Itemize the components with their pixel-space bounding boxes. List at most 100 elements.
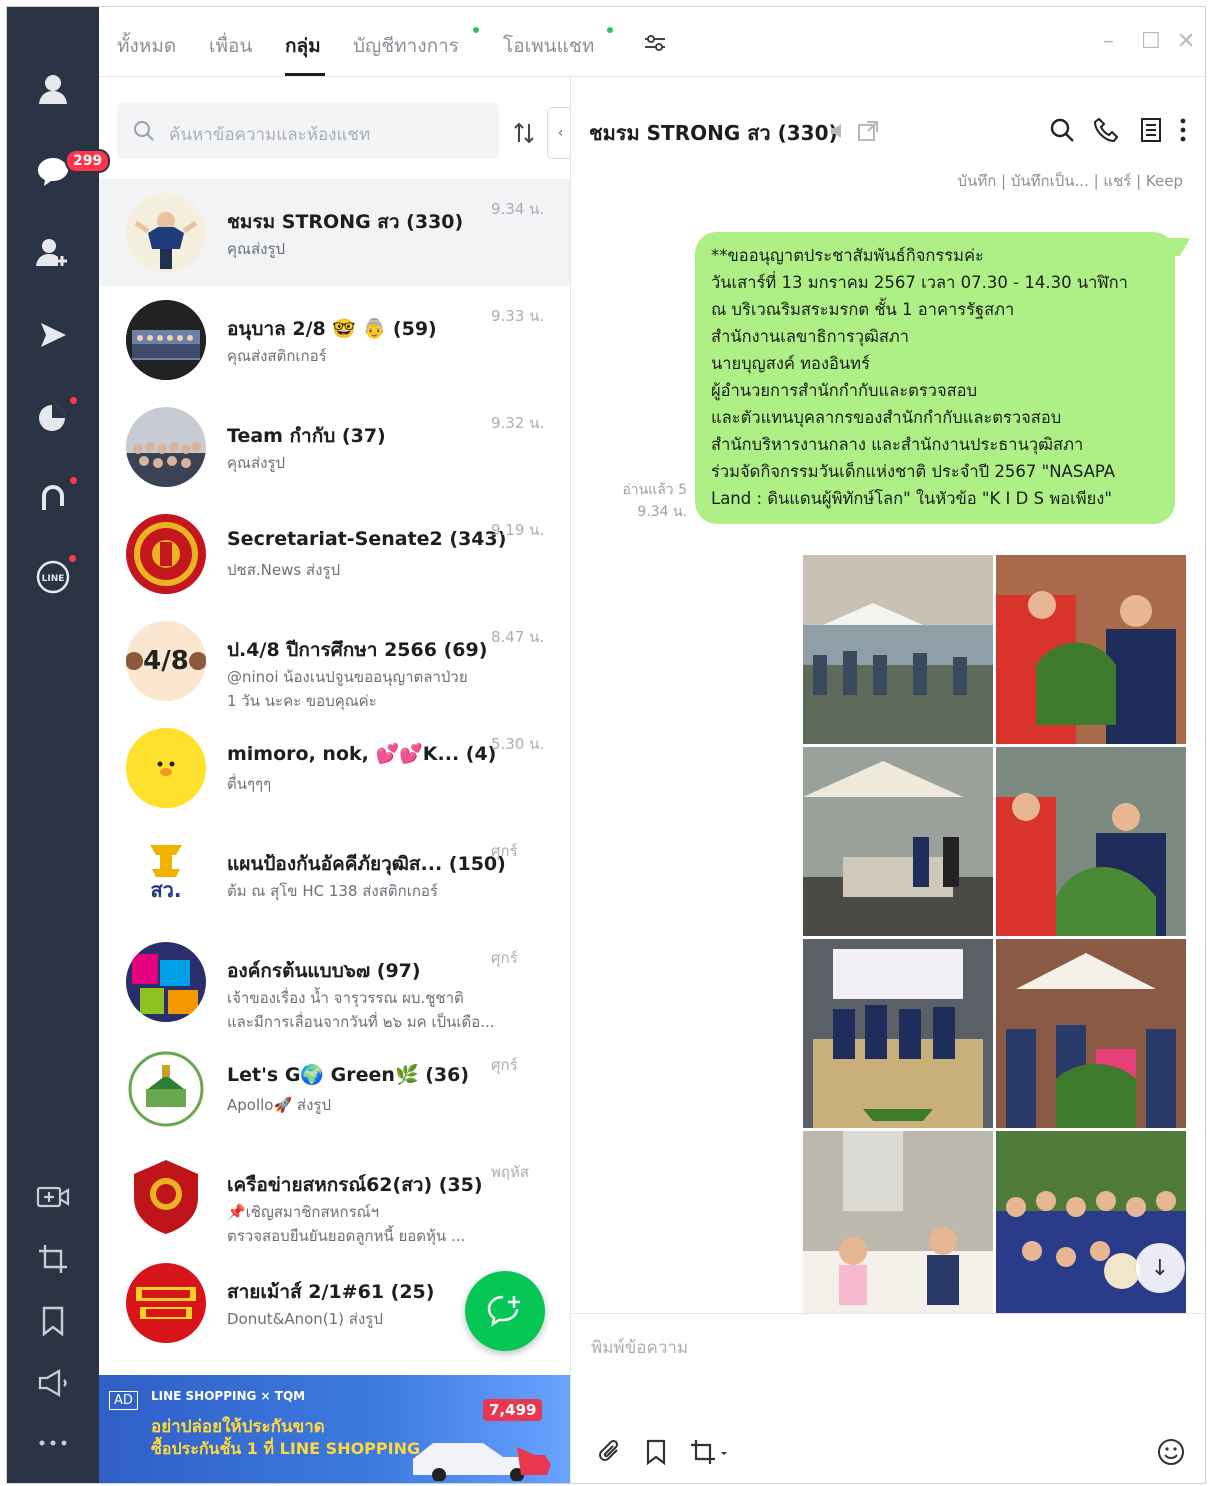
search-input[interactable]: ค้นหาข้อความและห้องแชท: [169, 121, 370, 148]
chat-name: ป.4/8 ปีการศึกษา 2566 (69): [227, 639, 488, 661]
external-window-icon[interactable]: [857, 120, 879, 146]
svg-text:LINE: LINE: [42, 574, 65, 584]
message-line: และตัวแทนบุคลากรของสำนักกำกับและตรวจสอบ: [711, 408, 1062, 427]
keep-bookmark-icon[interactable]: [645, 1438, 667, 1470]
svg-text:สว.: สว.: [150, 878, 181, 902]
close-button[interactable]: ✕: [1177, 29, 1195, 54]
chat-preview: เจ้าของเรื่อง น้ำ จารุวรรณ ผบ.ชูชาติ และม…: [227, 989, 495, 1031]
message-meta: อ่านแล้ว 5 9.34 น.: [611, 479, 687, 523]
mute-icon[interactable]: [829, 121, 849, 145]
screenshot-tool-icon[interactable]: [689, 1438, 729, 1470]
chat-name: เครือข่ายสหกรณ์62(สว) (35): [227, 1174, 483, 1196]
call-icon[interactable]: [1093, 117, 1119, 147]
avatar: [126, 942, 206, 1022]
openchat-tab-dot: [607, 27, 613, 33]
tab-official-accounts[interactable]: บัญชีทางการ: [353, 31, 459, 61]
chat-time: 9.34 น.: [491, 200, 545, 218]
arrow-down-icon: ↓: [1150, 1255, 1170, 1281]
message-line: ผู้อำนวยการสำนักกำกับและตรวจสอบ: [711, 381, 978, 400]
tab-friends[interactable]: เพื่อน: [209, 31, 252, 61]
chat-item[interactable]: Secretariat-Senate2 (343) ปชส.News ส่งรู…: [99, 500, 570, 607]
avatar: [126, 1263, 206, 1343]
avatar: [126, 193, 206, 273]
photo-thumbnail[interactable]: [996, 555, 1186, 744]
line-window: 299 LINE ทั้งหมด เพื่อน กลุ่ม บัญชีทางกา…: [6, 6, 1206, 1484]
bubble-tail: [1157, 238, 1191, 256]
chat-name: สายเม้าส์ 2/1#61 (25): [227, 1281, 435, 1303]
chat-name: องค์กรต้นแบบ๖๗ (97): [227, 960, 421, 982]
photo-thumbnail[interactable]: [803, 747, 993, 936]
chat-time: พฤหัส: [491, 1163, 530, 1181]
message-bubble[interactable]: **ขออนุญาตประชาสัมพันธ์กิจกรรมค่ะ วันเสา…: [695, 232, 1191, 524]
notes-icon[interactable]: [1139, 117, 1163, 147]
emoji-icon[interactable]: [1157, 1438, 1185, 1470]
tab-groups[interactable]: กลุ่ม: [285, 31, 321, 61]
photo-thumbnail[interactable]: [996, 747, 1186, 936]
bookmark-icon[interactable]: [29, 1297, 77, 1345]
chat-preview: ต้ม ณ สุโข HC 138 ส่งสติกเกอร์: [227, 882, 438, 900]
message-composer[interactable]: พิมพ์ข้อความ: [571, 1313, 1205, 1483]
filter-settings-icon[interactable]: [643, 33, 667, 57]
chat-item[interactable]: สว. แผนป้องกันอัคคีภัยวุฒิส... (150) ต้ม…: [99, 821, 570, 928]
chat-name: mimoro, nok, 💕💕K... (4): [227, 743, 497, 765]
message-line: วันเสาร์ที่ 13 มกราคม 2567 เวลา 07.30 - …: [711, 273, 1128, 292]
search-chat-icon[interactable]: [1049, 117, 1075, 147]
message-input[interactable]: พิมพ์ข้อความ: [591, 1334, 688, 1361]
avatar: [126, 1049, 206, 1129]
chat-item[interactable]: mimoro, nok, 💕💕K... (4) ตื่นๆๆๆ 5.30 น.: [99, 714, 570, 821]
voom-icon[interactable]: [29, 311, 77, 359]
photo-thumbnail[interactable]: [803, 939, 993, 1128]
chat-name: ชมรม STRONG สว (330): [227, 211, 464, 233]
openchat-icon[interactable]: [29, 473, 77, 521]
tab-openchat[interactable]: โอเพนแชท: [503, 31, 594, 61]
maximize-button[interactable]: ☐: [1141, 29, 1161, 54]
new-chat-icon: [487, 1295, 520, 1327]
official-accounts-dot: [473, 27, 479, 33]
chat-name: อนุบาล 2/8 🤓 👵 (59): [227, 318, 437, 340]
ad-tag: AD: [109, 1391, 138, 1410]
photo-thumbnail[interactable]: [803, 555, 993, 744]
avatar: [126, 514, 206, 594]
conversation-panel: ชมรม STRONG สว (330) บันทึก | บันทึกเป็น…: [571, 77, 1205, 1483]
screenshot-icon[interactable]: [29, 1235, 77, 1283]
chat-item[interactable]: Team กำกับ (37) คุณส่งรูป 9.32 น.: [99, 393, 570, 500]
message-line: ณ บริเวณริมสระมรกต ชั้น 1 อาคารรัฐสภา: [711, 300, 1015, 319]
photo-thumbnail[interactable]: [996, 939, 1186, 1128]
chat-item[interactable]: เครือข่ายสหกรณ์62(สว) (35) 📌เชิญสมาชิกสห…: [99, 1142, 570, 1249]
minimize-button[interactable]: –: [1103, 29, 1114, 54]
more-icon[interactable]: [29, 1419, 77, 1467]
chat-time: 8.47 น.: [491, 628, 545, 646]
search-box[interactable]: ค้นหาข้อความและห้องแชท: [117, 103, 499, 159]
ad-banner[interactable]: AD LINE SHOPPING × TQM อย่าปล่อยให้ประกั…: [99, 1375, 570, 1483]
chat-item[interactable]: Let's G🌍 Green🌿 (36) Apollo🚀 ส่งรูป ศุกร…: [99, 1035, 570, 1142]
line-notification-dot: [69, 555, 76, 562]
new-chat-button[interactable]: [465, 1271, 545, 1351]
attach-icon[interactable]: [597, 1438, 623, 1470]
line-icon[interactable]: LINE: [29, 553, 77, 601]
chat-item[interactable]: อนุบาล 2/8 🤓 👵 (59) คุณส่งสติกเกอร์ 9.33…: [99, 286, 570, 393]
add-friend-icon[interactable]: [29, 229, 77, 277]
scroll-to-bottom-button[interactable]: ↓: [1135, 1243, 1185, 1293]
profile-icon[interactable]: [29, 65, 77, 113]
sort-icon[interactable]: [513, 121, 535, 151]
chats-icon[interactable]: 299: [29, 147, 111, 195]
announcement-icon[interactable]: [29, 1359, 77, 1407]
message-line: Land : ดินแดนผู้พิทักษ์โลก" ในหัวข้อ "K …: [711, 489, 1112, 508]
photo-thumbnail[interactable]: [803, 1131, 993, 1316]
chat-time: 5.30 น.: [491, 735, 545, 753]
chat-time: ศุกร์: [491, 842, 518, 860]
active-tab-underline: [285, 73, 325, 76]
avatar: [126, 1156, 206, 1236]
tab-all[interactable]: ทั้งหมด: [117, 31, 176, 61]
chat-item[interactable]: ชมรม STRONG สว (330) คุณส่งรูป 9.34 น.: [99, 179, 570, 286]
message-line: นายบุญสงค์ ทองอินทร์: [711, 354, 870, 373]
today-icon[interactable]: [29, 393, 77, 441]
chat-item[interactable]: องค์กรต้นแบบ๖๗ (97) เจ้าของเรื่อง น้ำ จา…: [99, 928, 570, 1035]
chat-item[interactable]: 4/8 ป.4/8 ปีการศึกษา 2566 (69) @ninoi น้…: [99, 607, 570, 714]
message-action-links[interactable]: บันทึก | บันทึกเป็น... | แชร์ | Keep: [958, 169, 1183, 193]
chat-name: Team กำกับ (37): [227, 425, 386, 447]
chat-list-panel: ค้นหาข้อความและห้องแชท ‹ ชมรม STRONG สว …: [99, 77, 571, 1483]
add-video-icon[interactable]: [29, 1173, 77, 1221]
more-options-icon[interactable]: [1179, 117, 1187, 147]
collapse-list-button[interactable]: ‹: [547, 107, 570, 159]
